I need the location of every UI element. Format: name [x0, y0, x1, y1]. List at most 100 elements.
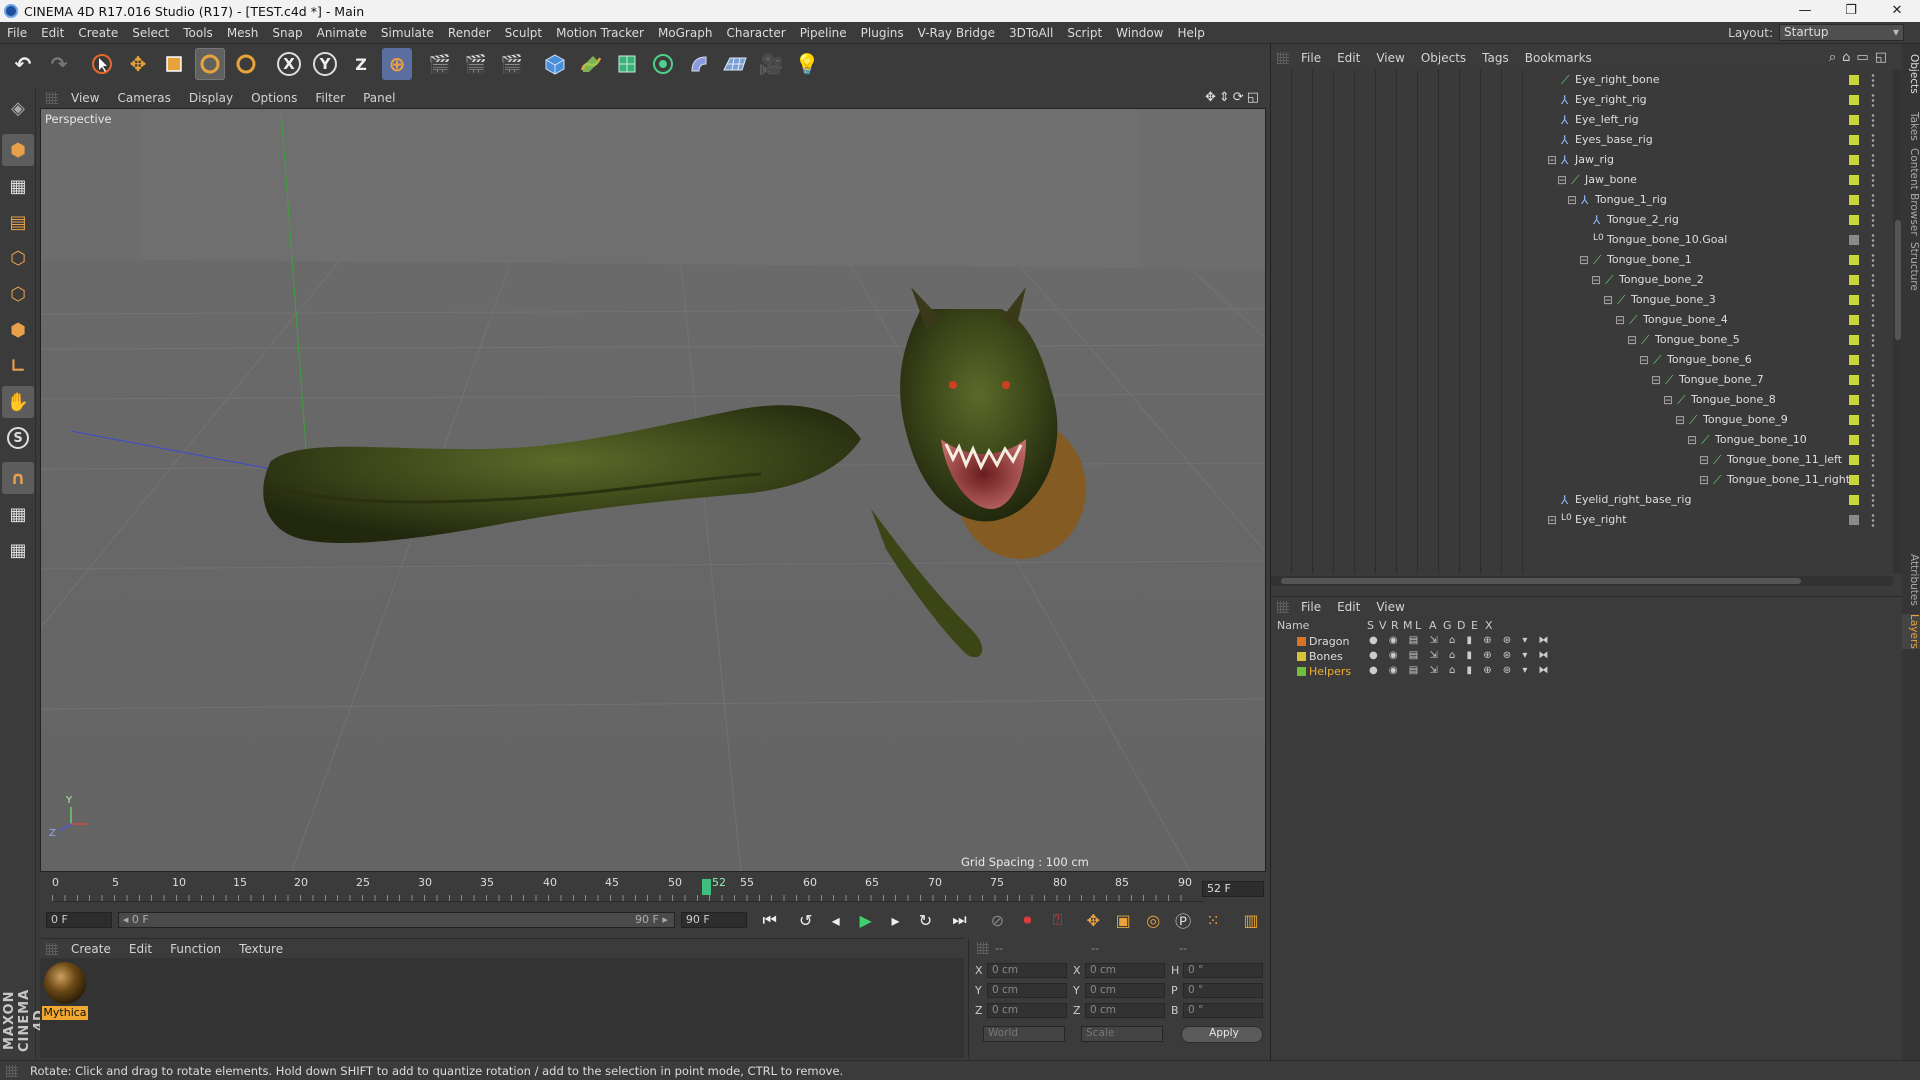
visibility-dots-icon[interactable] — [1871, 453, 1875, 467]
layer-color-swatch[interactable] — [1297, 637, 1306, 646]
collapse-toggle-icon[interactable]: ⊟ — [1603, 293, 1613, 307]
menu-character[interactable]: Character — [719, 22, 792, 44]
side-tab-structure[interactable]: Structure — [1902, 242, 1920, 291]
viewport-menu-filter[interactable]: Filter — [306, 91, 354, 105]
layer-color-swatch[interactable] — [1849, 455, 1859, 465]
maximize-view-icon[interactable]: ◱ — [1247, 90, 1262, 105]
collapse-toggle-icon[interactable]: ⊟ — [1687, 433, 1697, 447]
current-frame-field[interactable]: 52 F — [1202, 881, 1264, 897]
collapse-toggle-icon[interactable]: ⊟ — [1663, 393, 1673, 407]
zoom-icon[interactable]: ⇕ — [1219, 90, 1233, 105]
layer-color-swatch[interactable] — [1297, 652, 1306, 661]
object-row[interactable]: ⊟ ⟋ Tongue_bone_4 — [1271, 310, 1883, 330]
redo-button[interactable]: ↷ — [44, 48, 74, 80]
go-to-end-button[interactable]: ⏭ — [946, 907, 972, 933]
rotate-button[interactable] — [195, 48, 225, 80]
restore-button[interactable]: ❐ — [1828, 0, 1874, 22]
layer-color-swatch[interactable] — [1849, 275, 1859, 285]
material-preview-swatch[interactable] — [44, 962, 86, 1004]
menu-tools[interactable]: Tools — [176, 22, 220, 44]
layer-toggle-icons[interactable]: ● ◉ ▤ ⇲ ⌂ ▮ ⊕ ⊛ ▾ ⧓ — [1369, 665, 1553, 676]
layout-dropdown[interactable]: Startup — [1779, 24, 1904, 41]
floor-button[interactable] — [720, 48, 750, 80]
menu-create[interactable]: Create — [71, 22, 125, 44]
collapse-toggle-icon[interactable]: ⊟ — [1639, 353, 1649, 367]
viewport-menu-display[interactable]: Display — [180, 91, 242, 105]
layer-color-swatch[interactable] — [1849, 475, 1859, 485]
layer-color-swatch[interactable] — [1849, 215, 1859, 225]
side-tab-objects[interactable]: Objects — [1902, 54, 1920, 94]
layer-toggle-icons[interactable]: ● ◉ ▤ ⇲ ⌂ ▮ ⊕ ⊛ ▾ ⧓ — [1369, 635, 1553, 646]
z-axis-button[interactable]: Z — [346, 48, 376, 80]
x-axis-button[interactable]: X — [274, 48, 304, 80]
object-row[interactable]: ⅄ Eye_left_rig — [1271, 110, 1883, 130]
object-row[interactable]: ⊟ ⟋ Tongue_bone_1 — [1271, 250, 1883, 270]
light-button[interactable]: 💡 — [792, 48, 822, 80]
maximize-icon[interactable]: ◱ — [1875, 50, 1893, 65]
visibility-dots-icon[interactable] — [1871, 93, 1875, 107]
object-row[interactable]: ⊟ ⅄ Jaw_rig — [1271, 150, 1883, 170]
previous-frame-button[interactable]: ◂ — [823, 907, 849, 933]
snap-button[interactable]: S — [2, 422, 34, 454]
menu-window[interactable]: Window — [1109, 22, 1170, 44]
side-tab-layers[interactable]: Layers — [1902, 614, 1920, 649]
object-row[interactable]: ⊟ ⟋ Tongue_bone_3 — [1271, 290, 1883, 310]
layer-column-header[interactable]: M — [1403, 619, 1413, 632]
object-row[interactable]: ⊟ ⟋ Tongue_bone_8 — [1271, 390, 1883, 410]
collapse-toggle-icon[interactable]: ⊟ — [1591, 273, 1601, 287]
rot-p-field[interactable]: 0 ° — [1183, 983, 1263, 998]
object-row[interactable]: ⊟ ⅄ Tongue_1_rig — [1271, 190, 1883, 210]
key-position-button[interactable]: ✥ — [1080, 907, 1106, 933]
collapse-toggle-icon[interactable]: ⊟ — [1547, 153, 1557, 167]
visibility-dots-icon[interactable] — [1871, 493, 1875, 507]
layer-color-swatch[interactable] — [1849, 355, 1859, 365]
menu-pipeline[interactable]: Pipeline — [793, 22, 854, 44]
viewport-menu-cameras[interactable]: Cameras — [108, 91, 179, 105]
object-menu-tags[interactable]: Tags — [1474, 51, 1517, 65]
layer-menu-file[interactable]: File — [1293, 600, 1329, 614]
menu-render[interactable]: Render — [441, 22, 498, 44]
y-axis-button[interactable]: Y — [310, 48, 340, 80]
key-parameter-button[interactable]: Ⓟ — [1170, 907, 1196, 933]
render-view-button[interactable]: 🎬 — [425, 48, 455, 80]
layer-row[interactable]: Bones ● ◉ ▤ ⇲ ⌂ ▮ ⊕ ⊛ ▾ ⧓ — [1271, 649, 1893, 664]
object-row[interactable]: ⊟ ⟋ Tongue_bone_6 — [1271, 350, 1883, 370]
menu-help[interactable]: Help — [1170, 22, 1211, 44]
recent-tool-button[interactable] — [231, 48, 261, 80]
layer-color-swatch[interactable] — [1849, 435, 1859, 445]
layer-color-swatch[interactable] — [1849, 295, 1859, 305]
visibility-dots-icon[interactable] — [1871, 373, 1875, 387]
object-row[interactable]: ⅄ Eyelid_right_base_rig — [1271, 490, 1883, 510]
visibility-dots-icon[interactable] — [1871, 213, 1875, 227]
menu-mograph[interactable]: MoGraph — [651, 22, 720, 44]
layer-column-header[interactable]: A — [1429, 619, 1437, 632]
layer-column-header[interactable]: L — [1415, 619, 1421, 632]
h-scroll-thumb[interactable] — [1281, 578, 1801, 584]
object-menu-edit[interactable]: Edit — [1329, 51, 1368, 65]
layer-column-header[interactable]: G — [1443, 619, 1452, 632]
collapse-toggle-icon[interactable]: ⊟ — [1615, 313, 1625, 327]
object-row[interactable]: ⊟ L0 Eye_right — [1271, 510, 1883, 530]
object-tree-h-scrollbar[interactable] — [1271, 576, 1893, 586]
side-tab-content-browser[interactable]: Content Browser — [1902, 148, 1920, 236]
visibility-dots-icon[interactable] — [1871, 233, 1875, 247]
layer-menu-view[interactable]: View — [1368, 600, 1412, 614]
side-tab-takes[interactable]: Takes — [1902, 112, 1920, 141]
material-menu-edit[interactable]: Edit — [120, 942, 161, 956]
scale-button[interactable] — [159, 48, 189, 80]
apply-button[interactable]: Apply — [1181, 1026, 1263, 1043]
layer-column-header[interactable]: D — [1457, 619, 1465, 632]
object-row[interactable]: ⊟ ⟋ Tongue_bone_11_right — [1271, 470, 1883, 490]
make-editable-button[interactable]: ◈ — [2, 92, 34, 124]
layer-column-header[interactable]: X — [1485, 619, 1493, 632]
layer-color-swatch[interactable] — [1849, 415, 1859, 425]
material-menu-function[interactable]: Function — [161, 942, 230, 956]
layer-column-header[interactable]: E — [1471, 619, 1478, 632]
visibility-dots-icon[interactable] — [1871, 193, 1875, 207]
layer-row[interactable]: Dragon ● ◉ ▤ ⇲ ⌂ ▮ ⊕ ⊛ ▾ ⧓ — [1271, 634, 1893, 649]
pos-x-field[interactable]: 0 cm — [987, 963, 1067, 978]
visibility-dots-icon[interactable] — [1871, 413, 1875, 427]
key-scale-button[interactable]: ▣ — [1110, 907, 1136, 933]
object-menu-file[interactable]: File — [1293, 51, 1329, 65]
texture-mode-button[interactable]: ▦ — [2, 170, 34, 202]
